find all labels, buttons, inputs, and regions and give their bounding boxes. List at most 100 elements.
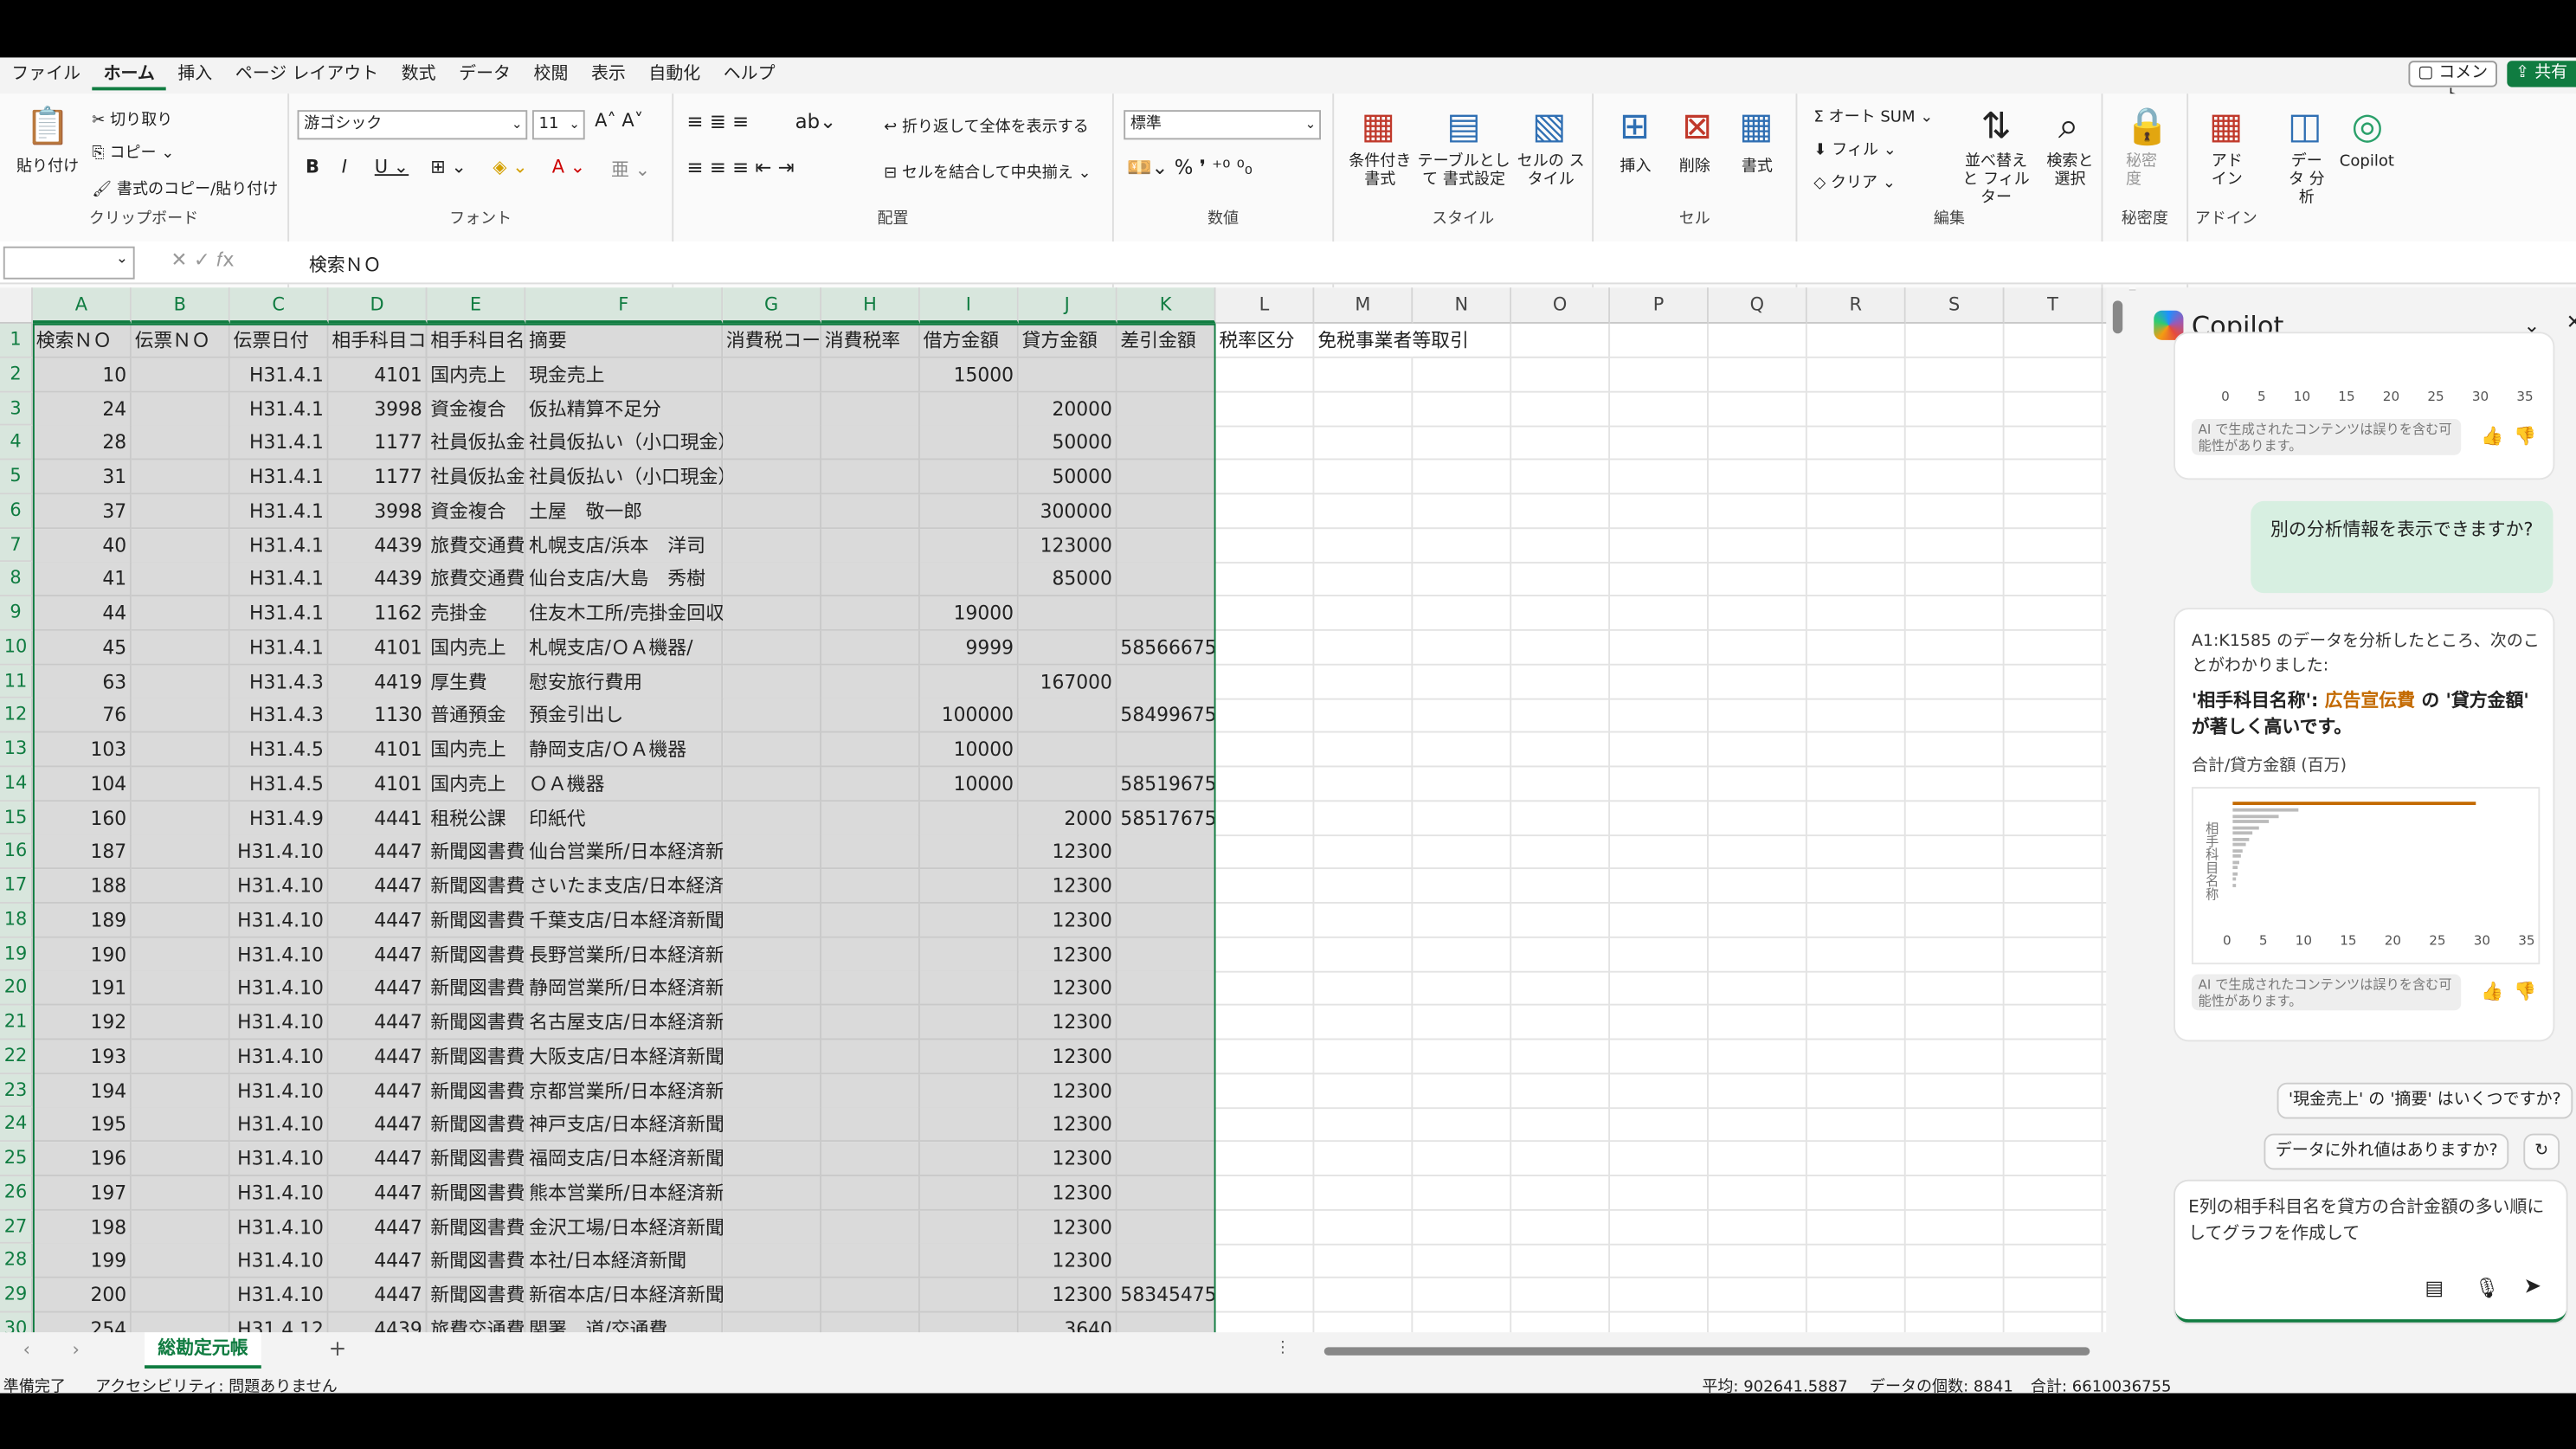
cell[interactable]: 50000 — [1018, 460, 1117, 495]
name-box[interactable]: ⌄ — [3, 246, 135, 280]
delete-cells-icon[interactable]: ⊠ — [1672, 104, 1722, 150]
cell[interactable]: 1162 — [328, 596, 428, 631]
cell[interactable] — [1610, 699, 1709, 733]
cell[interactable] — [2004, 323, 2103, 358]
cell[interactable] — [1511, 1278, 1611, 1313]
cell[interactable]: 192 — [32, 1005, 132, 1040]
menu-item[interactable]: ファイル — [0, 57, 92, 90]
cell[interactable] — [1314, 664, 1414, 699]
copy-button[interactable]: ⎘ コピー ⌄ — [92, 139, 174, 163]
cell[interactable] — [131, 528, 230, 564]
cell[interactable] — [1018, 732, 1117, 768]
cell[interactable] — [131, 1278, 230, 1313]
cell[interactable] — [1806, 1005, 1906, 1040]
cell[interactable]: H31.4.10 — [229, 1278, 329, 1313]
row-header[interactable]: 18 — [0, 903, 33, 937]
row-header[interactable]: 23 — [0, 1073, 33, 1108]
cell[interactable]: 188 — [32, 869, 132, 904]
cell[interactable] — [1807, 1312, 1906, 1333]
cell[interactable] — [131, 699, 230, 733]
cell[interactable] — [723, 596, 821, 631]
cell[interactable] — [1905, 630, 2005, 666]
cell[interactable] — [1511, 1175, 1611, 1211]
cell[interactable] — [1511, 869, 1611, 904]
data-analysis-icon[interactable]: ◫ — [2280, 104, 2329, 150]
cell[interactable]: 新聞図書費 — [427, 1039, 526, 1074]
cell[interactable] — [1806, 1278, 1906, 1313]
cell[interactable]: 44 — [32, 596, 132, 631]
cell[interactable]: 76 — [32, 699, 132, 733]
cell[interactable] — [1314, 937, 1414, 972]
cell[interactable] — [723, 460, 821, 495]
cell[interactable] — [919, 562, 1019, 597]
cell[interactable] — [2004, 1278, 2103, 1313]
cell[interactable] — [919, 869, 1019, 904]
cell[interactable] — [131, 903, 230, 938]
cell[interactable] — [1314, 1005, 1414, 1040]
cell[interactable] — [1215, 357, 1315, 393]
cell[interactable] — [2004, 493, 2103, 529]
cell[interactable]: 4447 — [328, 937, 428, 972]
cell[interactable] — [1905, 562, 2005, 597]
font-name-select[interactable]: 游ゴシック ⌄ — [297, 110, 528, 140]
cell[interactable] — [1905, 766, 2005, 802]
addins-icon[interactable]: ▦ — [2201, 104, 2251, 150]
cell[interactable] — [1610, 1005, 1709, 1040]
cell[interactable] — [1215, 1073, 1315, 1109]
cell[interactable]: 10 — [32, 357, 132, 393]
cell[interactable] — [821, 1312, 920, 1333]
menu-item[interactable]: 挿入 — [166, 57, 223, 90]
cell[interactable]: 札幌支店/浜本 洋司 — [525, 528, 724, 564]
column-header[interactable]: D — [328, 287, 428, 324]
cell[interactable] — [1117, 1107, 1216, 1143]
cell[interactable] — [1413, 1209, 1512, 1245]
cell[interactable] — [821, 937, 920, 972]
cell[interactable]: 189 — [32, 903, 132, 938]
cell[interactable] — [821, 903, 920, 938]
column-header[interactable]: F — [525, 287, 724, 324]
cell[interactable] — [1905, 664, 2005, 699]
cell[interactable] — [1413, 562, 1512, 597]
cell[interactable] — [1906, 1312, 2005, 1333]
cell[interactable] — [1511, 630, 1611, 666]
column-header[interactable]: R — [1806, 287, 1906, 324]
cell[interactable]: 254 — [32, 1312, 132, 1333]
column-header[interactable]: I — [919, 287, 1019, 324]
cell[interactable]: 58517675 — [1117, 801, 1216, 836]
cell[interactable] — [1413, 766, 1512, 802]
cell[interactable] — [1413, 528, 1512, 564]
vertical-scroll-thumb[interactable] — [2112, 300, 2123, 334]
cell[interactable] — [1610, 664, 1709, 699]
cell[interactable] — [1511, 971, 1611, 1007]
autosum-button[interactable]: Σ オート SUM ⌄ — [1813, 104, 1933, 126]
cell[interactable]: 3640 — [1018, 1312, 1117, 1333]
cell[interactable] — [821, 766, 920, 802]
cell[interactable] — [1216, 1312, 1315, 1333]
cell[interactable]: 28 — [32, 426, 132, 460]
search-icon[interactable]: ⌕ — [2044, 104, 2093, 150]
cell[interactable] — [821, 1039, 920, 1074]
cell[interactable] — [1806, 834, 1906, 870]
cell[interactable] — [1314, 493, 1414, 529]
cell[interactable] — [1314, 1073, 1414, 1109]
cell[interactable] — [1708, 1278, 1807, 1313]
cell[interactable]: 4101 — [328, 357, 428, 393]
row-header[interactable]: 14 — [0, 766, 33, 802]
cell[interactable] — [1709, 1312, 1807, 1333]
cell[interactable] — [821, 493, 920, 529]
cell[interactable] — [1314, 528, 1414, 564]
cell[interactable] — [1117, 971, 1216, 1007]
column-header[interactable]: C — [229, 287, 329, 324]
cell[interactable]: 15000 — [919, 357, 1019, 393]
cell[interactable]: 神戸支店/日本経済新聞 — [525, 1107, 724, 1143]
cell[interactable] — [1215, 664, 1315, 699]
cell[interactable] — [1610, 596, 1709, 631]
cell[interactable]: 売掛金 — [427, 596, 526, 631]
cell[interactable]: 12300 — [1018, 1175, 1117, 1211]
cell[interactable] — [1806, 493, 1906, 529]
prompt-text[interactable]: E列の相手科目名を貸方の合計金額の多い順にしてグラフを作成して — [2188, 1195, 2553, 1247]
cell[interactable]: 社員仮払い（小口現金） — [525, 426, 737, 460]
cell[interactable]: 4441 — [328, 801, 428, 836]
cell[interactable] — [1610, 1073, 1709, 1109]
cell[interactable]: 普通預金 — [427, 699, 526, 733]
